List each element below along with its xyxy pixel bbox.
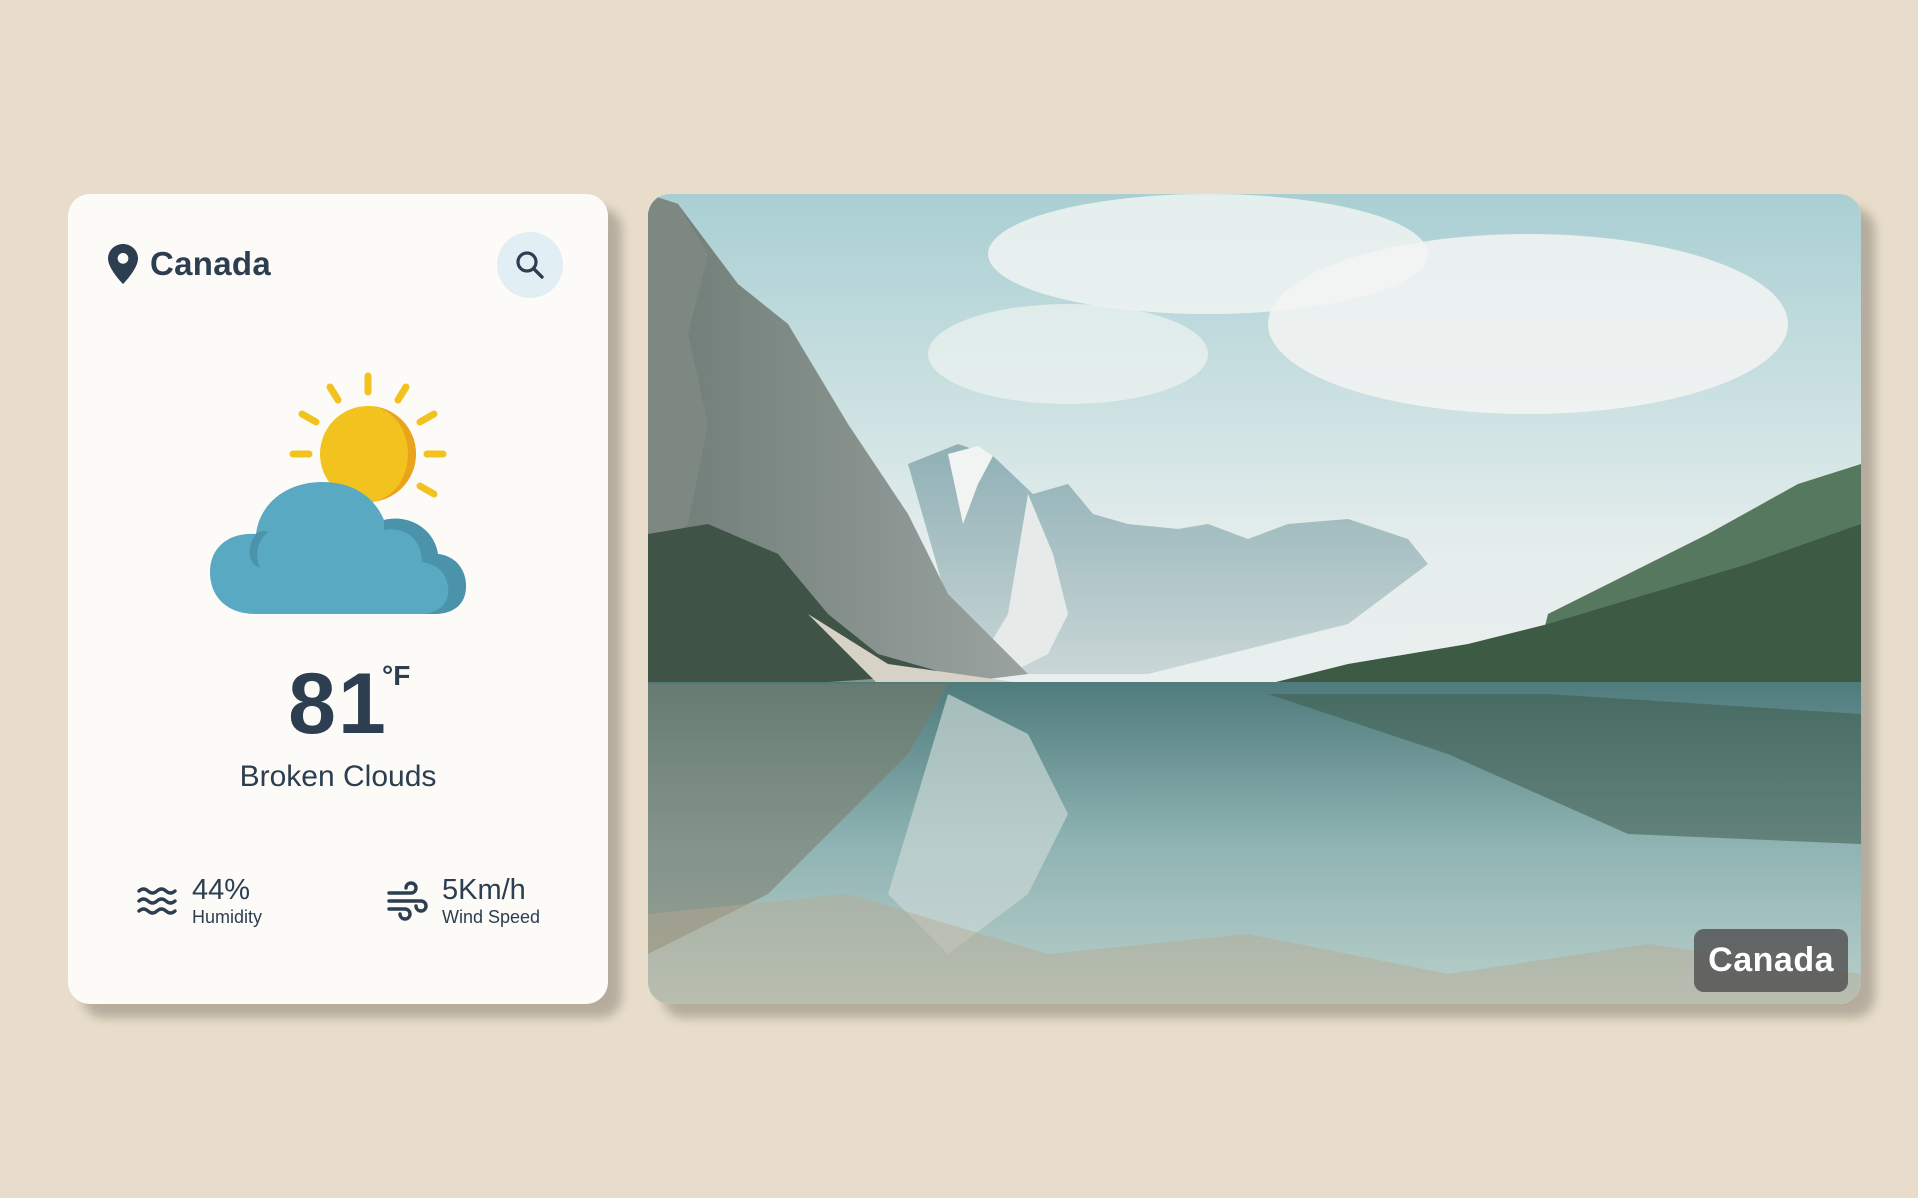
wind-speed-label: Wind Speed [442,907,541,927]
water-waves-icon [136,879,180,923]
wind-icon [386,879,430,923]
map-pin-icon [108,244,138,284]
photo-location-badge: Canada [1694,929,1848,992]
temperature-display: 81 °F [68,654,608,754]
humidity-label: Humidity [192,907,263,927]
weather-card: Canada 81 °F Broken Clouds 44% Humidity … [68,194,608,1004]
search-icon [514,249,546,281]
wind-speed-stat: 5Km/h Wind Speed [386,874,540,928]
mountain-lake-image [648,194,1861,1004]
search-button[interactable] [497,232,563,298]
location-header: Canada [108,244,271,284]
weather-condition: Broken Clouds [239,760,437,793]
wind-speed-value: 5Km/h [442,874,526,906]
sun-behind-cloud-icon [198,364,478,614]
location-photo: Canada [648,194,1861,1004]
humidity-stat: 44% Humidity [136,874,262,928]
humidity-value: 44% [192,874,251,906]
location-name: Canada [150,245,272,282]
temperature-unit: °F [382,660,411,691]
temperature-value: 81 [288,656,388,752]
